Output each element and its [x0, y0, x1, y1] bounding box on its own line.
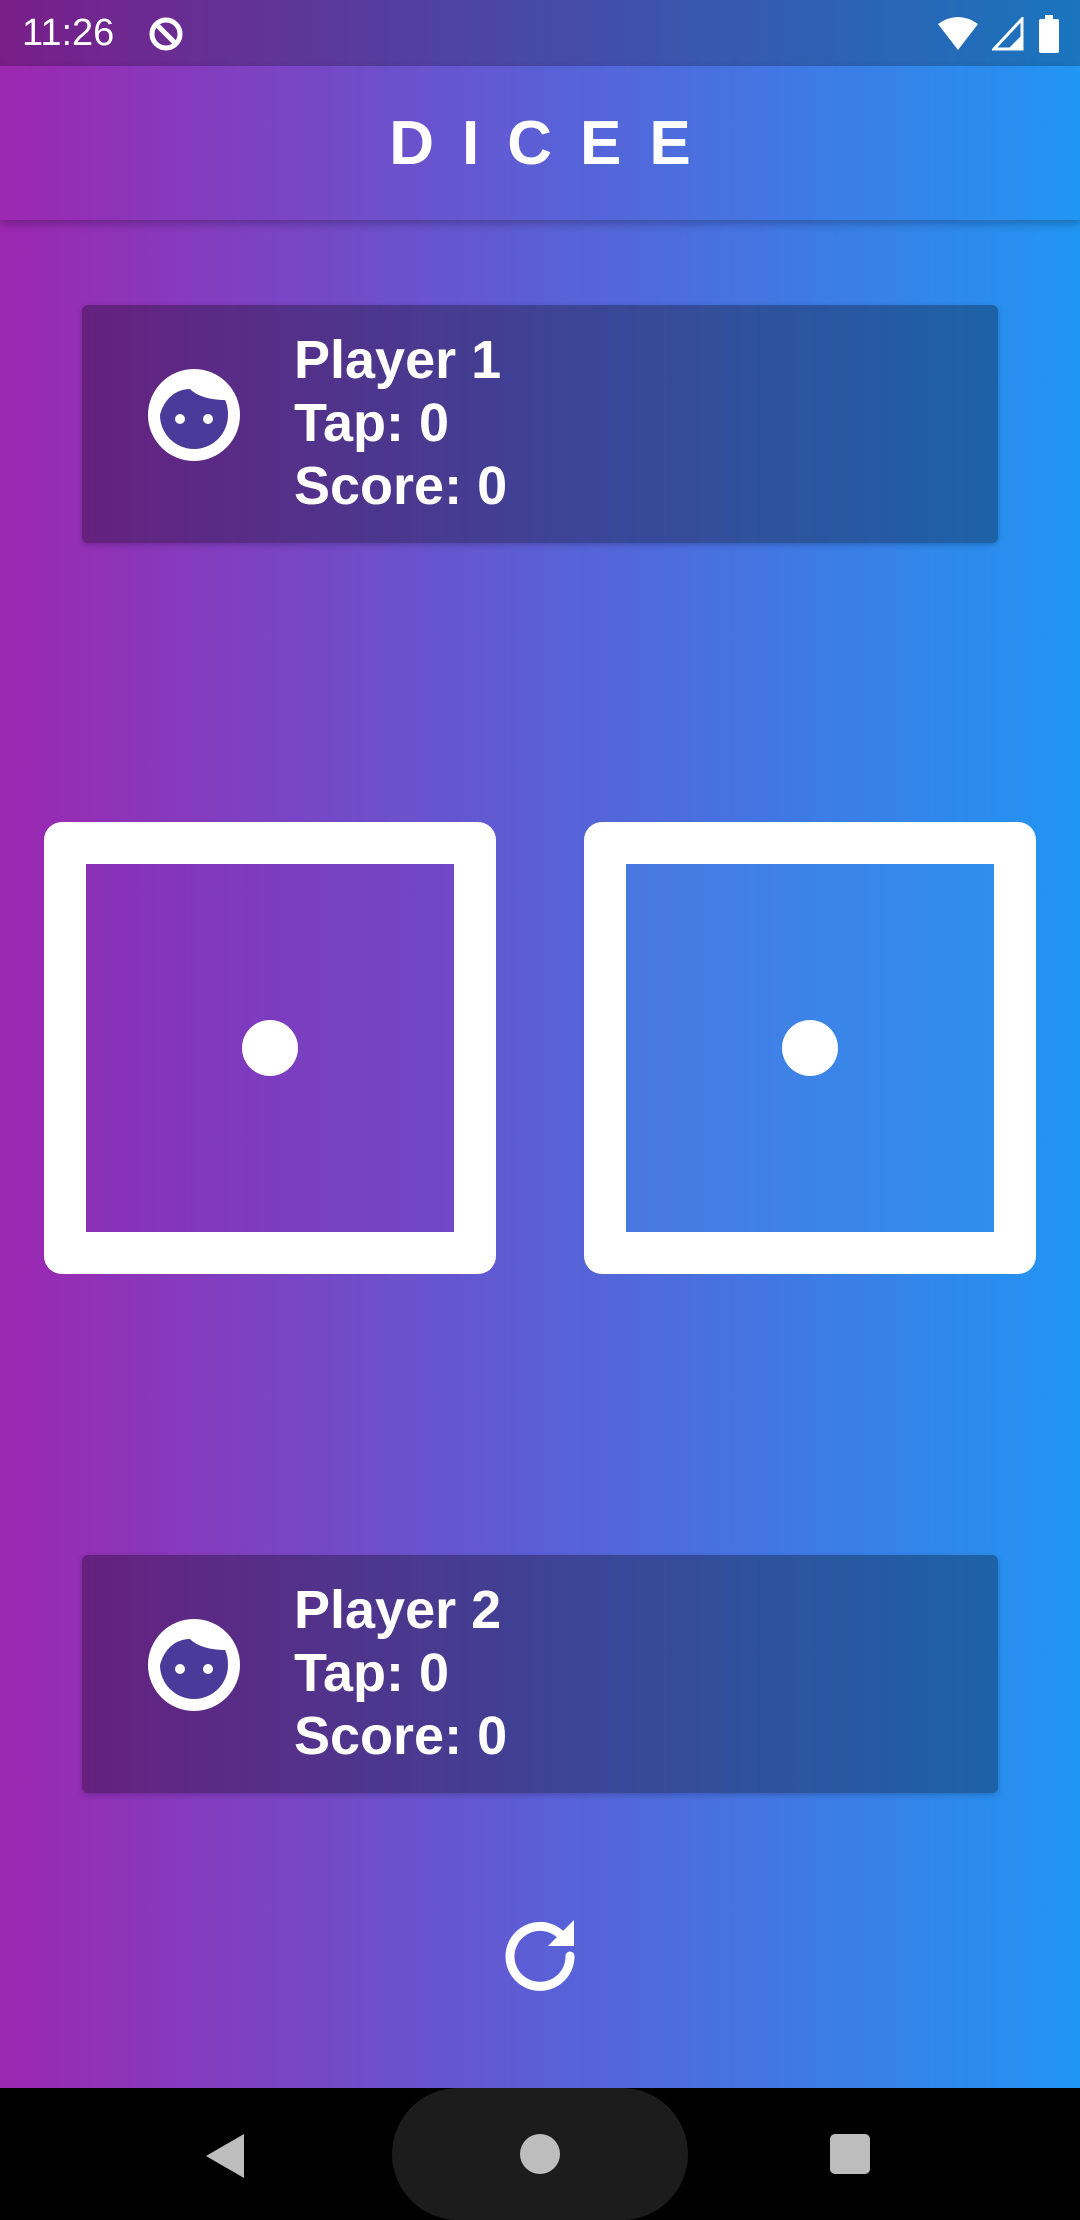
player-tap-count: Tap: 0: [294, 1643, 450, 1703]
app-screen: 11:26 DICEE Player 1 Tap: 0 Score: 0 Pla…: [0, 0, 1080, 2088]
navigation-bar: [0, 2088, 1080, 2220]
player-name: Player 1: [294, 330, 502, 390]
cellular-signal-icon: [992, 17, 1024, 51]
battery-icon: [1039, 15, 1059, 53]
refresh-icon[interactable]: [500, 1912, 580, 1992]
face-icon: [148, 1619, 240, 1711]
face-icon: [148, 369, 240, 461]
back-icon[interactable]: [204, 2132, 248, 2180]
recents-icon[interactable]: [830, 2134, 870, 2174]
status-icons: [938, 14, 1060, 54]
player-score: Score: 0: [294, 1706, 508, 1766]
right-die[interactable]: [584, 822, 1036, 1274]
player-name: Player 2: [294, 1580, 502, 1640]
app-title: DICEE: [389, 108, 719, 178]
status-bar: 11:26: [0, 0, 1080, 66]
player-2-info: Player 2 Tap: 0 Score: 0: [294, 1579, 507, 1768]
die-pip: [782, 1020, 838, 1076]
app-bar: DICEE: [0, 66, 1080, 220]
player-score: Score: 0: [294, 456, 508, 516]
wifi-icon: [938, 17, 978, 50]
player-1-card: Player 1 Tap: 0 Score: 0: [82, 305, 998, 543]
player-1-info: Player 1 Tap: 0 Score: 0: [294, 329, 507, 518]
die-pip: [242, 1020, 298, 1076]
player-tap-count: Tap: 0: [294, 393, 450, 453]
player-2-card: Player 2 Tap: 0 Score: 0: [82, 1555, 998, 1793]
vpn-key-icon: [149, 17, 183, 51]
home-icon[interactable]: [520, 2134, 560, 2174]
status-time: 11:26: [22, 12, 115, 54]
left-die[interactable]: [44, 822, 496, 1274]
